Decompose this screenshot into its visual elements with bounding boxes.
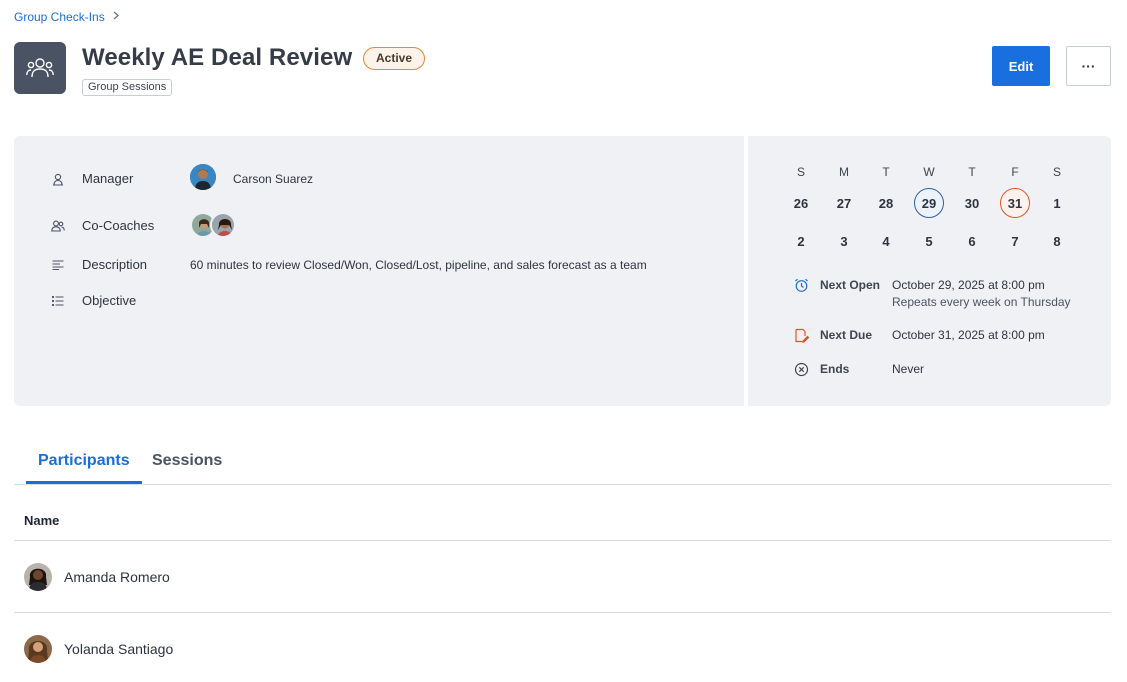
tab-bar: Participants Sessions xyxy=(14,440,1111,485)
page-title: Weekly AE Deal Review xyxy=(82,44,353,71)
calendar-day-next-open[interactable]: 29 xyxy=(914,188,944,218)
list-icon xyxy=(50,293,66,309)
calendar-weekday: T xyxy=(882,165,890,179)
next-due-label: Next Due xyxy=(820,328,873,342)
participant-name[interactable]: Yolanda Santiago xyxy=(64,641,173,657)
calendar-day[interactable]: 2 xyxy=(786,226,816,256)
next-open-label: Next Open xyxy=(820,278,881,292)
calendar-day[interactable]: 6 xyxy=(957,226,987,256)
people-icon xyxy=(50,218,66,234)
calendar-weekday: T xyxy=(968,165,976,179)
cocoach-avatar[interactable] xyxy=(210,212,236,238)
calendar-day[interactable]: 28 xyxy=(871,188,901,218)
cocoaches-label: Co-Coaches xyxy=(82,218,155,233)
calendar-day[interactable]: 7 xyxy=(1000,226,1030,256)
status-badge: Active xyxy=(363,47,426,70)
calendar-day[interactable]: 27 xyxy=(829,188,859,218)
next-due-value: October 31, 2025 at 8:00 pm xyxy=(892,328,1045,342)
breadcrumb: Group Check-Ins xyxy=(14,10,119,24)
type-tag: Group Sessions xyxy=(82,79,173,96)
ends-value: Never xyxy=(892,362,925,376)
calendar-weekday: M xyxy=(839,165,849,179)
calendar-weekday: S xyxy=(1052,165,1061,179)
calendar-day[interactable]: 26 xyxy=(786,188,816,218)
tab-participants[interactable]: Participants xyxy=(26,440,142,484)
calendar-day[interactable]: 30 xyxy=(957,188,987,218)
calendar-day[interactable]: 1 xyxy=(1042,188,1072,218)
calendar-weekday: S xyxy=(796,165,805,179)
calendar-weekday: W xyxy=(923,165,935,179)
close-circle-icon xyxy=(793,361,809,377)
objective-label: Objective xyxy=(82,293,137,308)
text-lines-icon xyxy=(50,257,66,273)
calendar-weekday: F xyxy=(1011,165,1019,179)
description-value: 60 minutes to review Closed/Won, Closed/… xyxy=(190,258,647,272)
column-header-name[interactable]: Name xyxy=(24,513,59,528)
manager-label: Manager xyxy=(82,171,134,186)
participant-name[interactable]: Amanda Romero xyxy=(64,569,170,585)
manager-name[interactable]: Carson Suarez xyxy=(233,172,313,186)
next-open-value: October 29, 2025 at 8:00 pm xyxy=(892,278,1045,292)
calendar-day-next-due[interactable]: 31 xyxy=(1000,188,1030,218)
details-panel: Manager Carson Suarez Co-Coaches Descrip… xyxy=(14,136,744,406)
calendar-day[interactable]: 5 xyxy=(914,226,944,256)
description-label: Description xyxy=(82,257,148,272)
calendar-day[interactable]: 4 xyxy=(871,226,901,256)
due-document-icon xyxy=(793,327,809,343)
calendar-day[interactable]: 3 xyxy=(829,226,859,256)
table-row[interactable]: Amanda Romero xyxy=(14,541,1111,613)
ends-label: Ends xyxy=(820,362,850,376)
manager-avatar xyxy=(190,164,216,190)
avatar xyxy=(24,635,52,663)
more-options-button[interactable]: ··· xyxy=(1066,46,1111,86)
table-header: Name xyxy=(14,500,1111,541)
table-row[interactable]: Yolanda Santiago xyxy=(14,613,1111,682)
tab-sessions[interactable]: Sessions xyxy=(140,440,234,484)
person-icon xyxy=(50,171,66,187)
alarm-clock-icon xyxy=(793,277,809,293)
calendar-day[interactable]: 8 xyxy=(1042,226,1072,256)
avatar xyxy=(24,563,52,591)
repeat-text: Repeats every week on Thursday xyxy=(892,295,1071,309)
group-icon xyxy=(14,42,66,94)
chevron-right-icon xyxy=(113,11,119,23)
edit-button[interactable]: Edit xyxy=(992,46,1050,86)
breadcrumb-link-group-check-ins[interactable]: Group Check-Ins xyxy=(14,10,105,24)
